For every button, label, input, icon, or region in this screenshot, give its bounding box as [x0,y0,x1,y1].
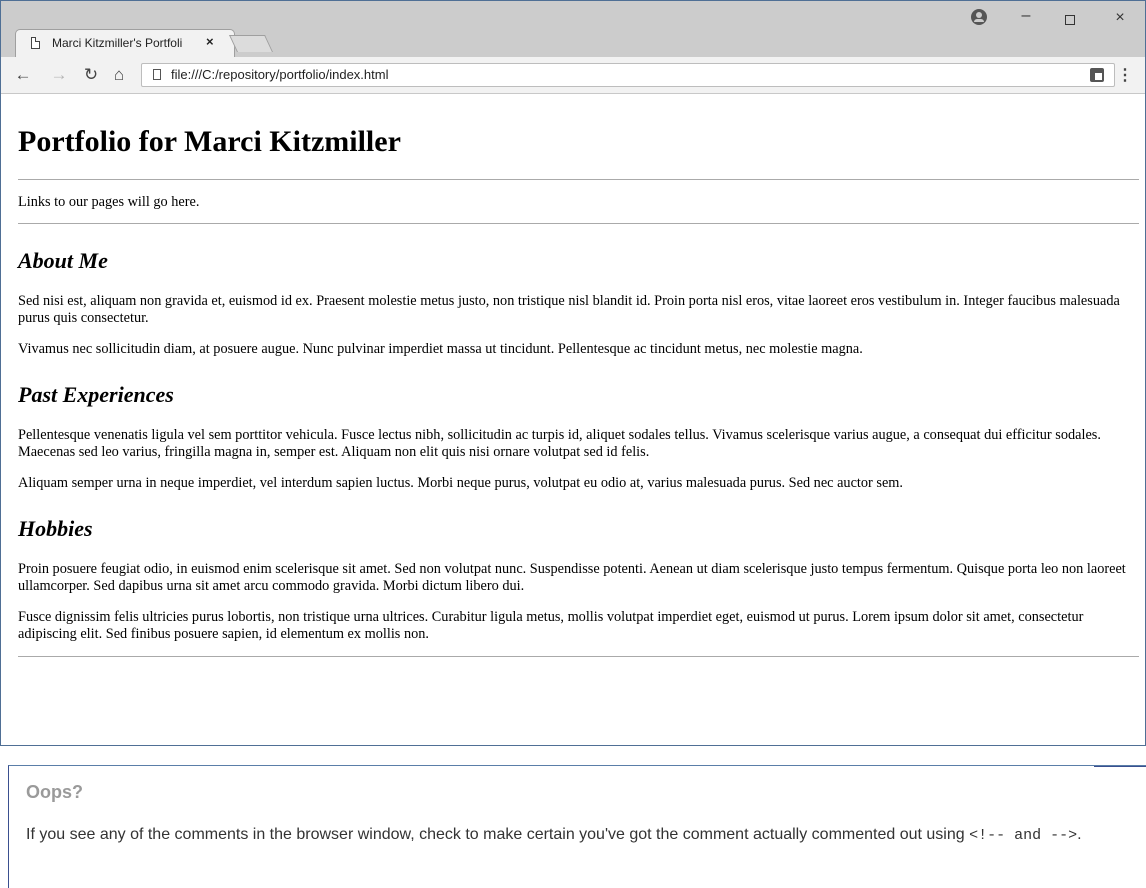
callout-text-end: . [1077,826,1082,843]
forward-icon[interactable]: → [49,65,69,85]
reload-icon[interactable]: ↻ [81,65,101,85]
back-icon[interactable]: ← [13,65,33,85]
paragraph: Sed nisi est, aliquam non gravida et, eu… [18,293,1120,326]
callout-text: If you see any of the comments in the br… [26,826,970,843]
paragraph: Pellentesque venenatis ligula vel sem po… [18,427,1101,460]
browser-tab[interactable]: Marci Kitzmiller's Portfoli × [15,29,235,57]
page-title: Portfolio for Marci Kitzmiller [18,125,401,158]
minimize-icon[interactable]: – [1011,7,1041,25]
browser-toolbar: ← → ↻ ⌂ file:///C:/repository/portfolio/… [1,57,1145,94]
translate-icon[interactable] [1090,68,1104,82]
menu-icon[interactable]: ⋮ [1117,65,1133,85]
file-icon [153,69,161,80]
callout-body: If you see any of the comments in the br… [26,820,1086,851]
title-bar: Marci Kitzmiller's Portfoli × – × [1,1,1145,57]
section-heading-past-experiences: Past Experiences [18,382,174,407]
address-bar[interactable]: file:///C:/repository/portfolio/index.ht… [141,63,1115,87]
section-heading-hobbies: Hobbies [18,516,93,541]
paragraph: Proin posuere feugiat odio, in euismod e… [18,561,1126,594]
new-tab-button[interactable] [229,35,273,52]
comment-syntax: <!-- and --> [969,827,1078,844]
page-icon [31,37,40,49]
page-content: Portfolio for Marci Kitzmiller Links to … [18,94,1139,657]
tab-close-icon[interactable]: × [206,34,214,49]
home-icon[interactable]: ⌂ [109,65,129,85]
close-icon[interactable]: × [1105,9,1135,27]
tab-title: Marci Kitzmiller's Portfoli [52,36,183,50]
paragraph: Aliquam semper urna in neque imperdiet, … [18,475,903,491]
address-url[interactable]: file:///C:/repository/portfolio/index.ht… [171,67,388,82]
callout-border [1094,766,1146,767]
browser-window: Marci Kitzmiller's Portfoli × – × ← → ↻ … [0,0,1146,746]
divider [18,656,1139,657]
maximize-icon[interactable] [1065,15,1075,25]
section-heading-about-me: About Me [18,248,108,273]
paragraph: Fusce dignissim felis ultricies purus lo… [18,609,1084,642]
divider [18,223,1139,224]
links-placeholder: Links to our pages will go here. [18,194,200,210]
paragraph: Vivamus nec sollicitudin diam, at posuer… [18,341,863,357]
divider [18,179,1139,180]
callout-title: Oops? [26,782,83,802]
profile-icon[interactable] [971,9,987,25]
